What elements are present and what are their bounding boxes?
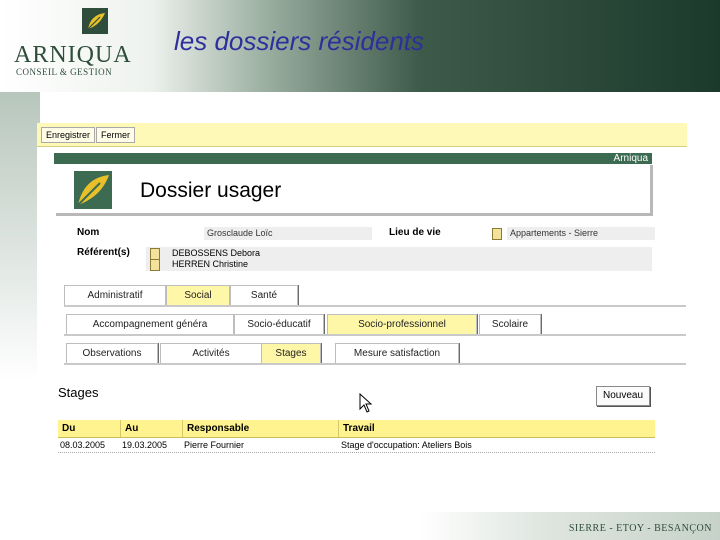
cell-responsable: Pierre Fournier: [184, 440, 245, 450]
toolbar: Enregistrer Fermer: [37, 123, 687, 147]
identity-row: Nom Grosclaude Loïc Lieu de vie Appartem…: [74, 227, 655, 241]
tab-observations[interactable]: Observations: [66, 343, 158, 363]
section-title: Stages: [58, 385, 99, 400]
tabs-level3: Observations Activités Stages Mesure sat…: [64, 343, 686, 365]
cell-au: 19.03.2005: [122, 440, 168, 450]
col-du[interactable]: Du: [58, 420, 118, 437]
tab-mesure-satisfaction[interactable]: Mesure satisfaction: [335, 343, 459, 363]
app-brand: Arniqua: [613, 153, 648, 164]
slide-title: les dossiers résidents: [174, 26, 424, 56]
table-header: Du Au Responsable Travail: [58, 420, 655, 438]
mouse-cursor-icon: [359, 393, 373, 413]
brand-name: ARNIQUA: [14, 42, 132, 68]
referents-box: DEBOSSENS Debora HERREN Christine: [146, 247, 652, 271]
tabs-level2: Accompagnement généra Socio-éducatif Soc…: [64, 314, 686, 336]
tab-social[interactable]: Social: [166, 285, 230, 305]
new-button[interactable]: Nouveau: [596, 386, 650, 406]
lieu-value: Appartements - Sierre: [507, 227, 655, 240]
tab-sante[interactable]: Santé: [230, 285, 298, 305]
slide-footer: SIERRE - ETOY - BESANÇON: [0, 512, 720, 540]
cell-travail: Stage d'occupation: Ateliers Bois: [341, 440, 472, 450]
tab-activites[interactable]: Activités: [160, 343, 262, 363]
nom-value: Grosclaude Loïc: [204, 227, 372, 240]
tab-socio-educatif[interactable]: Socio-éducatif: [234, 314, 324, 334]
tab-scolaire[interactable]: Scolaire: [479, 314, 541, 334]
table-row[interactable]: 08.03.2005 19.03.2005 Pierre Fournier St…: [58, 439, 655, 453]
tab-socio-professionnel[interactable]: Socio-professionnel: [327, 314, 477, 334]
left-fade-strip: [0, 92, 40, 382]
brand-tagline: CONSEIL & GESTION: [16, 67, 113, 77]
referent-2: HERREN Christine: [172, 259, 249, 269]
app-screenshot: Enregistrer Fermer Arniqua Dossier usage…: [37, 123, 687, 457]
tab-administratif[interactable]: Administratif: [64, 285, 166, 305]
close-button[interactable]: Fermer: [96, 127, 135, 143]
tabs-level1: Administratif Social Santé: [64, 285, 686, 307]
referents-label: Référent(s): [77, 247, 130, 258]
app-header-strip: Arniqua: [54, 153, 652, 164]
document-icon[interactable]: [492, 228, 502, 240]
page-title-box: Dossier usager: [56, 165, 653, 216]
tab-stages[interactable]: Stages: [261, 343, 321, 363]
page-title: Dossier usager: [140, 179, 282, 202]
leaf-logo-icon: [87, 13, 105, 30]
col-au[interactable]: Au: [120, 420, 181, 437]
document-icon[interactable]: [150, 259, 160, 271]
col-responsable[interactable]: Responsable: [182, 420, 337, 437]
col-travail[interactable]: Travail: [338, 420, 653, 437]
save-button[interactable]: Enregistrer: [41, 127, 96, 143]
slide-header: ARNIQUA CONSEIL & GESTION les dossiers r…: [0, 0, 720, 92]
leaf-logo-icon: [74, 171, 112, 209]
nom-label: Nom: [77, 227, 100, 238]
tab-accompagnement[interactable]: Accompagnement généra: [66, 314, 234, 334]
lieu-label: Lieu de vie: [389, 227, 441, 238]
footer-locations: SIERRE - ETOY - BESANÇON: [568, 523, 712, 534]
cell-du: 08.03.2005: [60, 440, 106, 450]
